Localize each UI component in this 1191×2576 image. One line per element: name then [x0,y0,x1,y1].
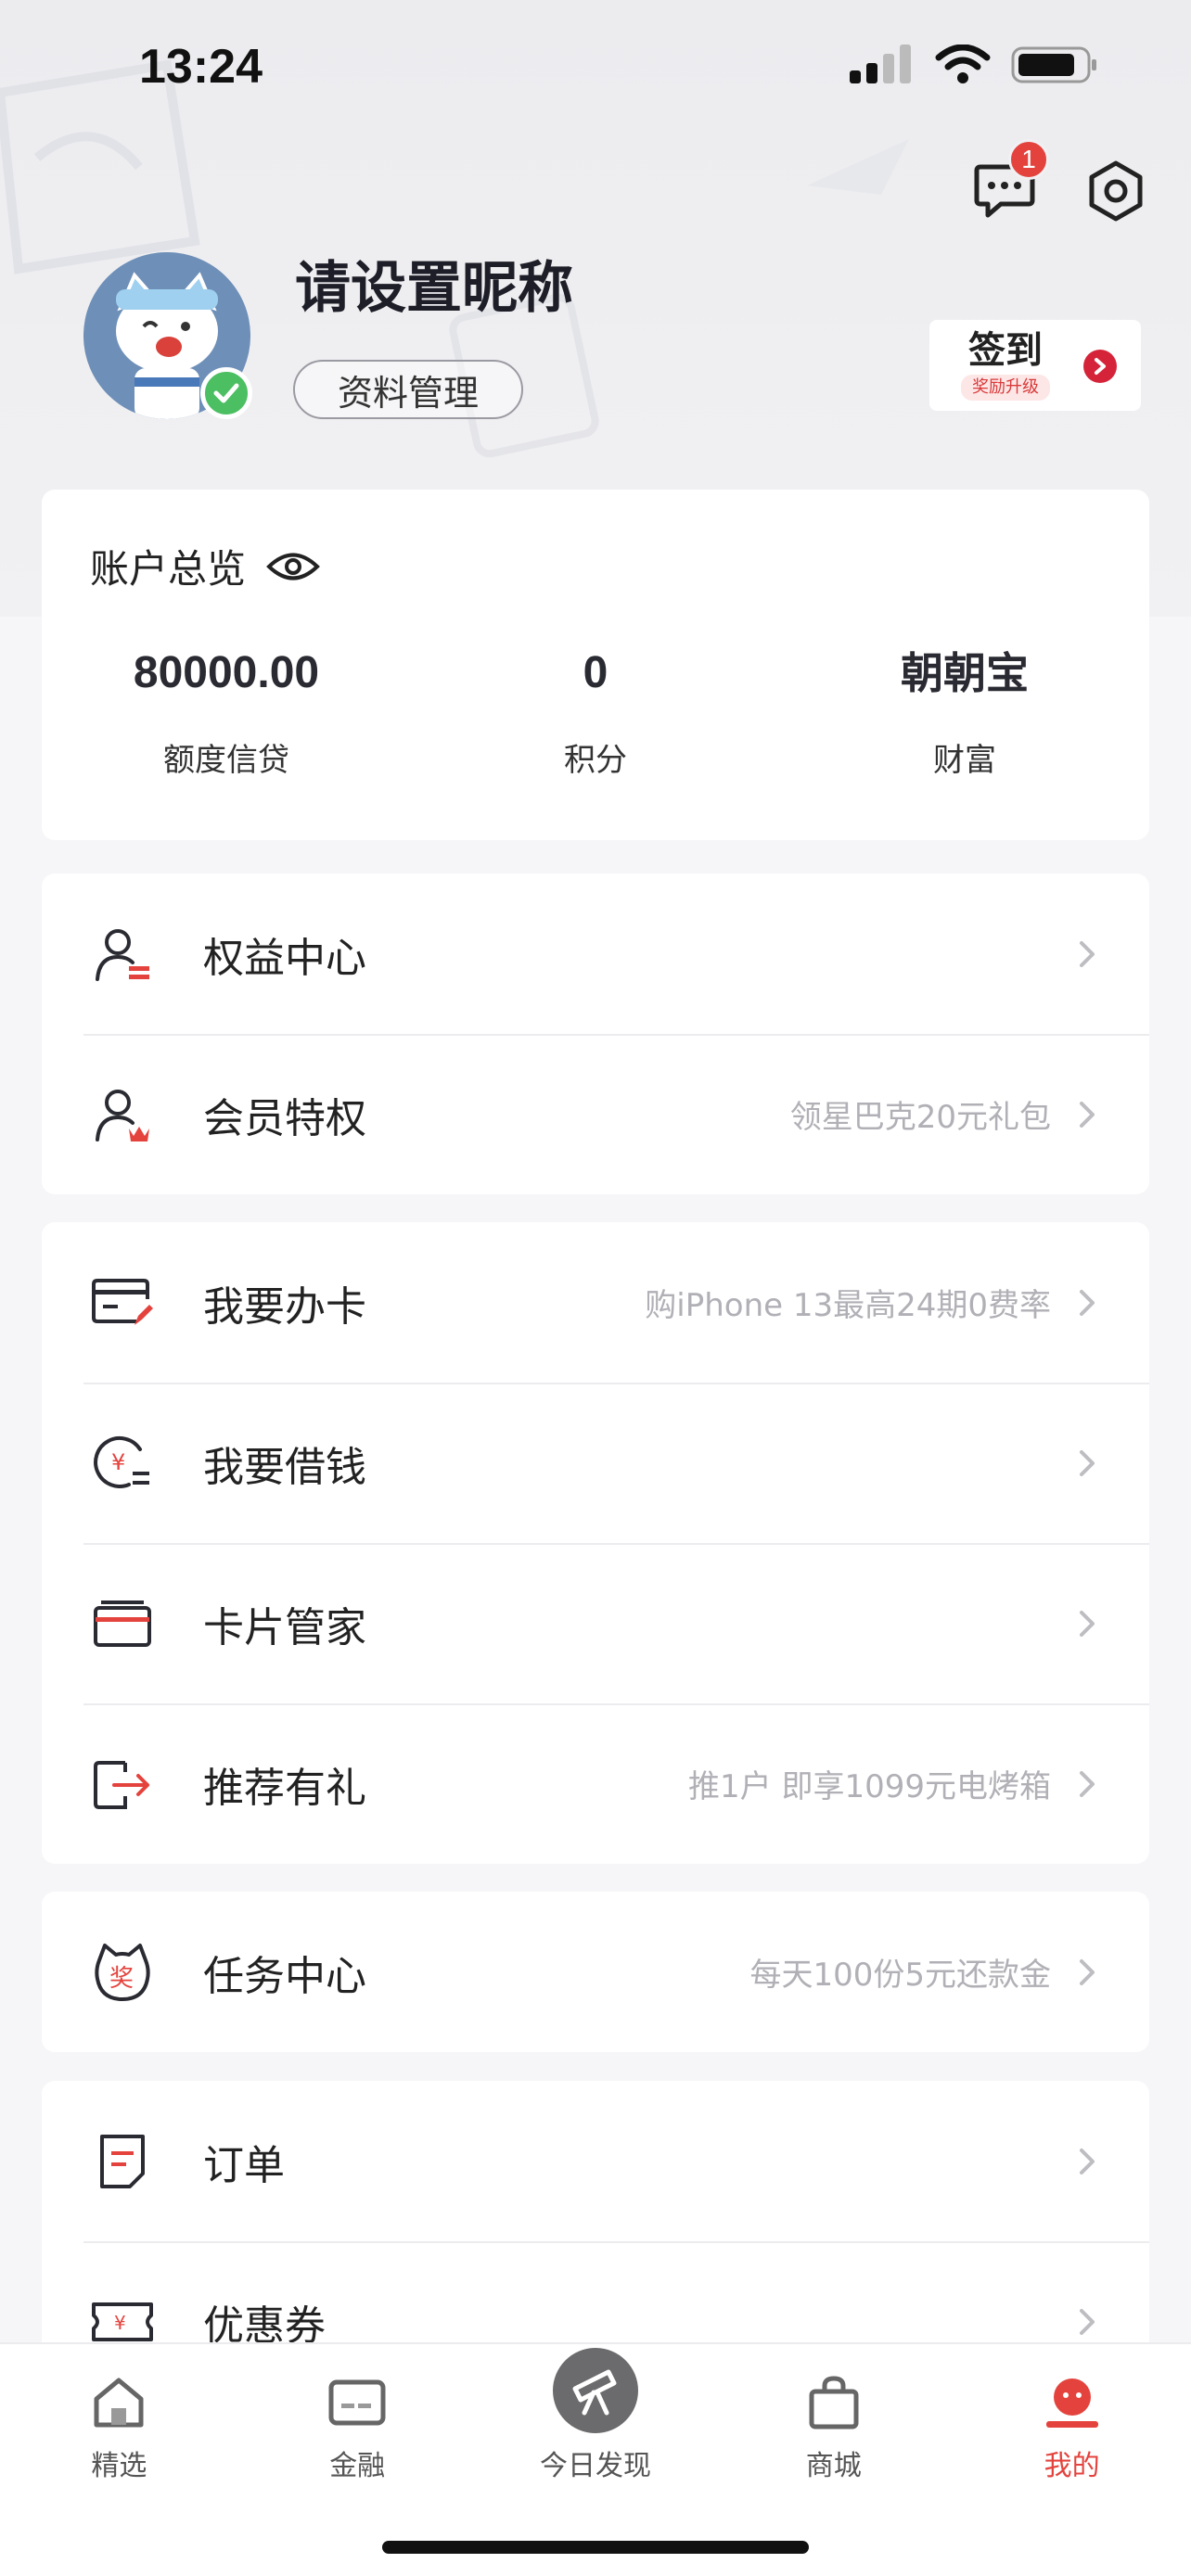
status-bar: 13:24 [0,0,1191,139]
profile-management-button[interactable]: 资料管理 [293,360,523,419]
tab-label: 精选 [91,2450,147,2482]
list-item-label: 推荐有礼 [203,1764,366,1812]
svg-text:奖: 奖 [109,1965,134,1993]
checkin-text: 签到 奖励升级 [961,330,1050,401]
header-actions: 1 [971,139,1149,224]
list-item-referral-rewards[interactable]: 推荐有礼 推1户 即享1099元电烤箱 [42,1703,1149,1864]
list-item-label: 我要借钱 [203,1443,366,1491]
stat-wealth[interactable]: 朝朝宝 财富 [780,645,1149,780]
chevron-right-icon [1079,937,1101,971]
settings-hexagon-icon [1089,160,1143,222]
home-icon [88,2372,149,2433]
list-item-benefits-center[interactable]: 权益中心 [42,874,1149,1034]
list-item-hint: 购iPhone 13最高24期0费率 [645,1287,1051,1324]
eye-icon[interactable] [266,549,320,584]
task-group: 奖 任务中心 每天100份5元还款金 [42,1892,1149,2052]
tab-list: 精选 金融 今日发现 商城 我的 [0,2344,1191,2493]
checkin-subtitle: 奖励升级 [961,375,1050,401]
background-decoration-plane [807,139,909,195]
chevron-right-icon [1079,1607,1101,1640]
status-time: 13:24 [139,40,263,94]
tab-mine[interactable]: 我的 [953,2344,1191,2493]
verified-badge [200,367,252,419]
list-item-task-center[interactable]: 奖 任务中心 每天100份5元还款金 [42,1892,1149,2052]
list-item-hint: 领星巴克20元礼包 [789,1099,1051,1136]
status-icons [850,45,1098,85]
list-item-label: 权益中心 [203,934,366,982]
stat-value: 0 [583,648,608,697]
home-indicator [382,2541,809,2554]
settings-button[interactable] [1082,158,1149,224]
order-icon [90,2129,155,2194]
stat-label: 额度信贷 [163,742,289,779]
shopping-bag-icon [803,2372,864,2433]
list-item-orders[interactable]: 订单 [42,2081,1149,2241]
stat-label: 财富 [933,742,996,779]
svg-text:¥: ¥ [111,1449,125,1475]
profile-face-icon [1042,2372,1103,2433]
message-count-badge: 1 [1008,139,1049,180]
list-item-hint: 推1户 即享1099元电烤箱 [688,1768,1051,1805]
battery-icon [1011,46,1096,83]
checkmark-icon [213,383,239,403]
chevron-right-icon [1079,1286,1101,1320]
chevron-right-icon [1079,1956,1101,1989]
chevron-right-icon [1079,2145,1101,2178]
avatar[interactable] [83,252,252,419]
tab-featured[interactable]: 精选 [0,2344,238,2493]
tab-mall[interactable]: 商城 [714,2344,953,2493]
wifi-icon [935,45,991,83]
finance-card-icon [327,2372,388,2433]
stat-value: 朝朝宝 [901,648,1029,698]
checkin-title: 签到 [968,329,1043,372]
list-item-hint: 每天100份5元还款金 [749,1957,1051,1994]
tab-discover[interactable]: 今日发现 [477,2344,715,2493]
chevron-right-icon [1079,2305,1101,2339]
checkin-button[interactable]: 签到 奖励升级 [929,320,1141,411]
tab-label: 金融 [329,2450,386,2482]
telescope-icon [552,2348,638,2433]
list-item-label: 订单 [203,2141,285,2189]
messages-button[interactable]: 1 [971,139,1049,224]
card-edit-icon [90,1270,155,1335]
stat-credit[interactable]: 80000.00 额度信贷 [42,645,411,780]
list-item-card-manager[interactable]: 卡片管家 [42,1543,1149,1703]
account-overview-header: 账户总览 [90,538,320,594]
list-item-borrow-money[interactable]: ¥ 我要借钱 [42,1383,1149,1543]
card-wallet-icon [90,1591,155,1656]
stat-points[interactable]: 0 积分 [411,645,780,780]
list-item-member-privileges[interactable]: 会员特权 领星巴克20元礼包 [42,1034,1149,1194]
list-item-label: 会员特权 [203,1094,366,1142]
benefits-group: 权益中心 会员特权 领星巴克20元礼包 [42,874,1149,1194]
chevron-right-icon [1079,1098,1101,1131]
account-overview-title: 账户总览 [90,546,247,592]
list-item-label: 卡片管家 [203,1603,366,1651]
share-exit-icon [90,1752,155,1817]
chevron-right-icon [1083,350,1117,383]
yuan-loan-icon: ¥ [90,1431,155,1496]
overview-stats: 80000.00 额度信贷 0 积分 朝朝宝 财富 [42,645,1149,780]
svg-text:¥: ¥ [114,2312,126,2334]
reward-cat-icon: 奖 [90,1940,155,2005]
person-card-icon [90,922,155,987]
list-item-label: 任务中心 [203,1952,366,2000]
tab-label: 商城 [805,2450,862,2482]
stat-label: 积分 [564,742,627,779]
tab-label: 今日发现 [539,2450,651,2482]
stat-value: 80000.00 [133,648,320,697]
list-item-label: 我要办卡 [203,1282,366,1331]
chevron-right-icon [1079,1767,1101,1801]
chevron-right-icon [1079,1447,1101,1480]
tab-label: 我的 [1044,2450,1100,2482]
account-overview-card: 账户总览 80000.00 额度信贷 0 积分 朝朝宝 财富 [42,490,1149,840]
nickname[interactable]: 请设置昵称 [295,243,573,324]
list-item-apply-card[interactable]: 我要办卡 购iPhone 13最高24期0费率 [42,1222,1149,1383]
tab-finance[interactable]: 金融 [238,2344,477,2493]
signal-icon [850,45,911,83]
person-crown-icon [90,1082,155,1147]
card-services-group: 我要办卡 购iPhone 13最高24期0费率 ¥ 我要借钱 卡片管家 推荐有礼… [42,1222,1149,1864]
